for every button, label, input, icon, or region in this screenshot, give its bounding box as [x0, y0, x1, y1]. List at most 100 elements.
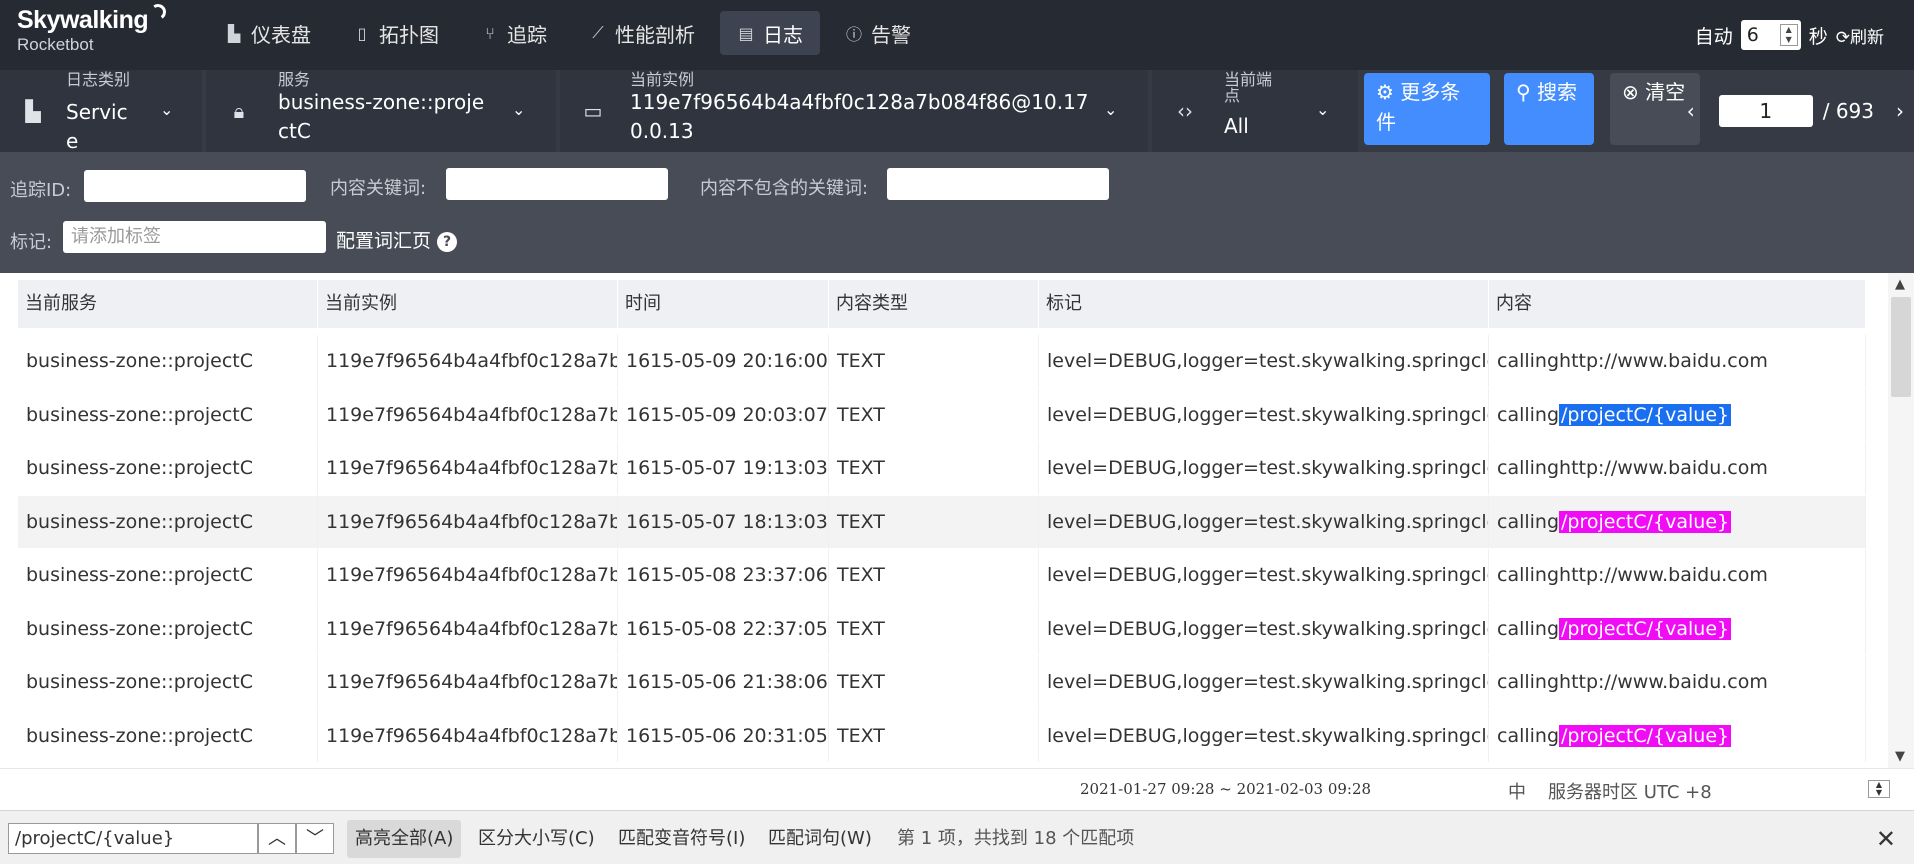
highlight-all-toggle[interactable]: 高亮全部(A): [347, 820, 462, 858]
cell-tags: level=DEBUG,logger=test.skywalking.sprin…: [1039, 709, 1489, 762]
logo-swirl-icon: [148, 2, 168, 22]
cell-tags: level=DEBUG,logger=test.skywalking.sprin…: [1039, 602, 1489, 655]
content-prefix: calling: [1497, 510, 1560, 533]
cell-tags: level=DEBUG,logger=test.skywalking.sprin…: [1039, 335, 1489, 388]
alarm-icon: ⓘ: [845, 25, 862, 44]
cell-time: 1615-05-07 19:13:03: [618, 442, 829, 495]
cell-type: TEXT: [829, 335, 1039, 388]
service-icon: 🔒︎: [233, 99, 245, 123]
find-status: 第 1 项，共找到 18 个匹配项: [897, 828, 1135, 849]
exclude-keyword-input[interactable]: [887, 168, 1109, 200]
column-header-instance: 当前实例: [318, 280, 618, 328]
search-button[interactable]: ⚲ 搜索: [1504, 73, 1594, 145]
tag-input[interactable]: 请添加标签: [63, 221, 326, 253]
log-type-select[interactable]: ▙ 日志类别 Service ⌄: [0, 70, 202, 153]
logo-subtitle: Rocketbot: [17, 35, 94, 54]
whole-words-toggle[interactable]: 匹配词句(W): [760, 820, 880, 858]
table-row[interactable]: business-zone::projectC 119e7f96564b4a4fb…: [18, 549, 1866, 603]
find-prev-button[interactable]: ︿: [258, 823, 296, 854]
interval-value: 6: [1746, 24, 1759, 46]
trace-id-input[interactable]: [84, 170, 306, 202]
chevron-down-icon: ﹀: [306, 828, 324, 849]
content-prefix: calling: [1497, 671, 1560, 694]
cell-instance: 119e7f96564b4a4fbf0c128a7b...: [318, 335, 618, 388]
table-row[interactable]: business-zone::projectC 119e7f96564b4a4fb…: [18, 602, 1866, 656]
find-match-highlight: /projectC/{value}: [1559, 724, 1732, 747]
logo-text: Skywalking: [17, 6, 149, 34]
match-diacritics-toggle[interactable]: 匹配变音符号(I): [610, 820, 753, 858]
nav-item-profile[interactable]: ⟋ 性能剖析: [572, 11, 712, 55]
table-row[interactable]: business-zone::projectC 119e7f96564b4a4fb…: [18, 495, 1866, 549]
cell-content: calling /projectC/{value}: [1489, 495, 1866, 548]
instance-select[interactable]: ▭ 当前实例 119e7f96564b4a4fbf0c128a7b084f86@…: [560, 70, 1148, 152]
cell-time: 1615-05-06 20:31:05: [618, 709, 829, 762]
table-row[interactable]: business-zone::projectC 119e7f96564b4a4fb…: [18, 656, 1866, 710]
timezone-stepper[interactable]: ▲ ▼: [1868, 780, 1890, 798]
nav-item-trace[interactable]: ⑂ 追踪: [464, 11, 564, 55]
stepper-arrows-icon[interactable]: ▲ ▼: [1779, 24, 1798, 46]
interval-stepper[interactable]: 6 ▲ ▼: [1740, 20, 1801, 50]
service-select[interactable]: 🔒︎ 服务 business-zone::projectC ⌄: [206, 70, 556, 152]
next-page-icon[interactable]: ›: [1896, 99, 1904, 123]
column-header-tags: 标记: [1039, 280, 1489, 328]
refresh-button[interactable]: ⟳刷新: [1836, 23, 1884, 48]
nav-item-alarm[interactable]: ⓘ 告警: [828, 11, 928, 55]
nav-item-log[interactable]: ▤ 日志: [720, 11, 820, 55]
scroll-down-icon[interactable]: ▼: [1895, 749, 1905, 764]
close-icon[interactable]: ✕: [1876, 820, 1896, 858]
prev-page-icon[interactable]: ‹: [1687, 99, 1695, 123]
exclude-keyword-label: 内容不包含的关键词:: [700, 178, 869, 199]
scroll-up-icon[interactable]: ▲: [1895, 277, 1905, 292]
auto-refresh-toggle[interactable]: 自动: [1695, 22, 1733, 49]
refresh-icon: ⟳: [1835, 27, 1850, 48]
find-next-button[interactable]: ﹀: [296, 823, 334, 854]
cell-content: calling http://www.baidu.com: [1489, 656, 1866, 709]
find-input[interactable]: /projectC/{value}: [8, 823, 258, 854]
find-match-highlight: /projectC/{value}: [1559, 510, 1732, 533]
language-toggle[interactable]: 中: [1508, 778, 1526, 804]
endpoint-select[interactable]: ‹› 当前端点 All ⌄: [1152, 70, 1358, 152]
table-body: business-zone::projectC 119e7f96564b4a4fb…: [18, 335, 1866, 763]
content-prefix: calling: [1497, 403, 1560, 426]
match-case-toggle[interactable]: 区分大小写(C): [470, 820, 603, 858]
cell-content: calling http://www.baidu.com: [1489, 549, 1866, 602]
skywalking-logo[interactable]: Skywalking Rocketbot: [17, 2, 168, 54]
more-conditions-button[interactable]: ⚙ 更多条件: [1364, 73, 1490, 145]
scroll-thumb[interactable]: [1891, 297, 1911, 397]
cell-service: business-zone::projectC: [18, 549, 318, 602]
cell-time: 1615-05-09 20:03:07: [618, 388, 829, 441]
cell-service: business-zone::projectC: [18, 495, 318, 548]
page-total: / 693: [1822, 99, 1874, 123]
cell-tags: level=DEBUG,logger=test.skywalking.sprin…: [1039, 495, 1489, 548]
cell-instance: 119e7f96564b4a4fbf0c128a7b...: [318, 709, 618, 762]
nav-item-topology[interactable]: ▯ 拓扑图: [336, 11, 456, 55]
content-text: http://www.baidu.com: [1559, 457, 1768, 480]
trace-id-label: 追踪ID:: [10, 180, 72, 201]
help-icon[interactable]: ?: [437, 231, 458, 252]
content-prefix: calling: [1497, 617, 1560, 640]
content-prefix: calling: [1497, 724, 1560, 747]
gear-icon: ⚙: [1376, 80, 1401, 104]
refresh-controls: 自动 6 ▲ ▼ 秒 ⟳刷新: [1695, 0, 1884, 70]
table-row[interactable]: business-zone::projectC 119e7f96564b4a4fb…: [18, 335, 1866, 389]
page-input[interactable]: 1: [1718, 95, 1813, 127]
pagination: ‹ 1 / 693 ›: [1687, 70, 1904, 152]
table-row[interactable]: business-zone::projectC 119e7f96564b4a4fb…: [18, 442, 1866, 496]
cell-content: calling /projectC/{value}: [1489, 388, 1866, 441]
cell-instance: 119e7f96564b4a4fbf0c128a7b...: [318, 549, 618, 602]
cell-instance: 119e7f96564b4a4fbf0c128a7b...: [318, 656, 618, 709]
column-header-service: 当前服务: [18, 280, 318, 328]
cell-time: 1615-05-09 20:16:00: [618, 335, 829, 388]
table-row[interactable]: business-zone::projectC 119e7f96564b4a4fb…: [18, 388, 1866, 442]
cell-content: calling http://www.baidu.com: [1489, 335, 1866, 388]
log-icon: ▤: [738, 23, 754, 43]
filter-bar: ▙ 日志类别 Service ⌄ 🔒︎ 服务 business-zone::pr…: [0, 70, 1914, 153]
timezone-label: 服务器时区 UTC +8: [1548, 782, 1712, 803]
nav-item-dashboard[interactable]: ▙ 仪表盘: [208, 11, 328, 55]
vocab-link[interactable]: 配置词汇页?: [336, 226, 458, 253]
keyword-input[interactable]: [446, 168, 668, 200]
vertical-scrollbar[interactable]: ▲ ▼: [1888, 273, 1914, 768]
time-range[interactable]: 2021-01-27 09:28 ~ 2021-02-03 09:28: [1080, 780, 1371, 798]
content-prefix: calling: [1497, 564, 1560, 587]
table-row[interactable]: business-zone::projectC 119e7f96564b4a4fb…: [18, 709, 1866, 763]
